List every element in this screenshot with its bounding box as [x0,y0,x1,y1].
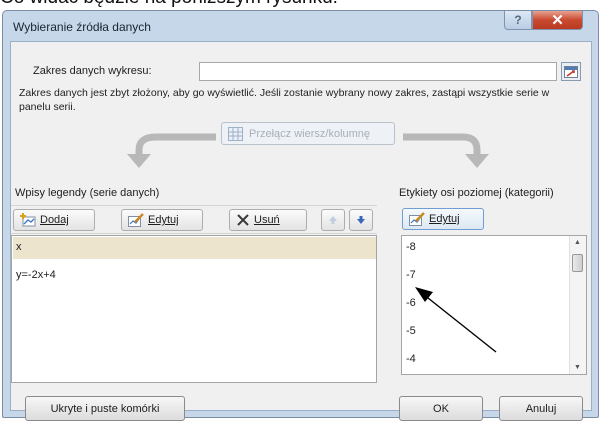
title-bar[interactable]: Wybieranie źródła danych ? ✕ [3,11,598,41]
annotation-arrow [415,287,497,353]
close-button[interactable]: ✕ [532,11,583,30]
help-button[interactable]: ? [504,11,532,30]
dialog-title: Wybieranie źródła danych [13,20,151,34]
select-data-source-dialog: Wybieranie źródła danych ? ✕ Zakres dany… [2,10,599,421]
hidden-empty-cells-button[interactable]: Ukryte i puste komórki [25,396,185,421]
cancel-button[interactable]: Anuluj [499,396,583,421]
dialog-body: Zakres danych wykresu: Zakres danych jes… [10,41,592,421]
ok-button[interactable]: OK [399,396,483,421]
